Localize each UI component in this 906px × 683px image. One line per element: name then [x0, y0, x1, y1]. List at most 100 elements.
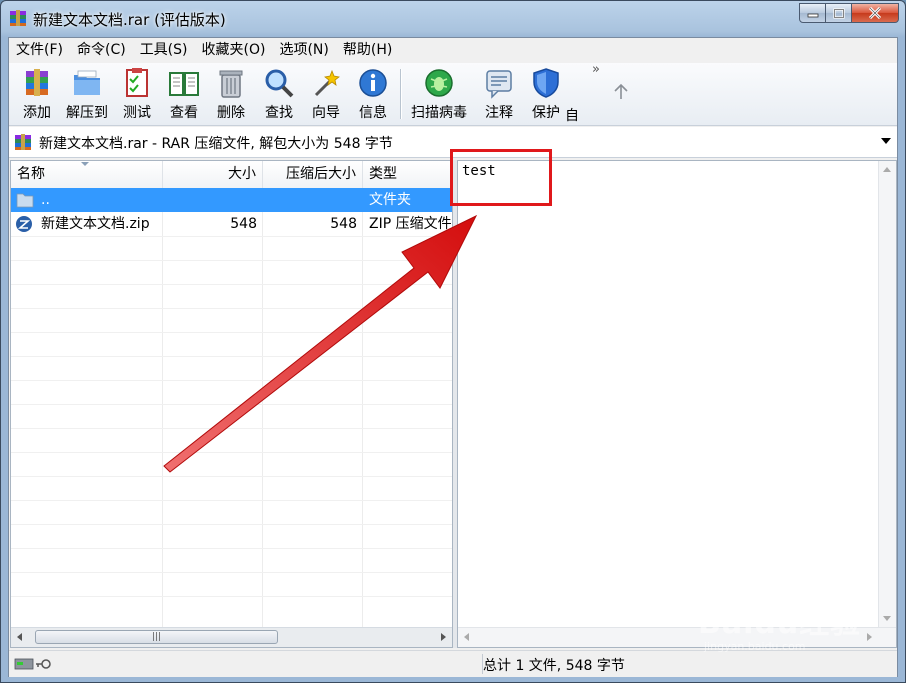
- delete-button[interactable]: 删除: [207, 67, 255, 123]
- find-label: 查找: [265, 105, 293, 121]
- minimize-button[interactable]: [799, 3, 826, 23]
- winrar-window: 新建文本文档.rar (评估版本) 文件(F) 命令(C) 工具(S) 收藏夹(…: [0, 0, 906, 683]
- grid-line: [11, 452, 452, 453]
- annotation-highlight-box: [450, 149, 552, 206]
- comment-button[interactable]: 注释: [475, 67, 523, 123]
- scrollbar-thumb[interactable]: |||: [35, 630, 278, 644]
- close-icon: [868, 7, 882, 19]
- watermark-brand: Baidu经验: [698, 606, 862, 641]
- grid-line: [11, 572, 452, 573]
- file-packed-size: 548: [330, 216, 357, 232]
- toolbar: 添加 解压到 测试 查看 删除 查找 向导 信息 扫描病毒 注释 保护 自 »: [9, 62, 897, 126]
- file-list[interactable]: 名称 大小 压缩后大小 类型 .. 文件夹 新建文本文档.zip 548 548…: [10, 160, 453, 648]
- test-button[interactable]: 测试: [113, 67, 161, 123]
- folder-up-icon: [16, 193, 34, 208]
- menu-favorites[interactable]: 收藏夹(O): [195, 38, 273, 62]
- file-name: ..: [41, 192, 50, 208]
- horizontal-scrollbar[interactable]: |||: [11, 627, 452, 647]
- grid-line: [11, 284, 452, 285]
- wizard-button[interactable]: 向导: [302, 67, 350, 123]
- toolbar-separator: [400, 69, 401, 119]
- grid-line: [11, 500, 452, 501]
- menu-tools[interactable]: 工具(S): [133, 38, 195, 62]
- file-size: [163, 188, 263, 212]
- column-packed[interactable]: 压缩后大小: [263, 161, 363, 188]
- column-size[interactable]: 大小: [163, 161, 263, 188]
- menu-bar: 文件(F) 命令(C) 工具(S) 收藏夹(O) 选项(N) 帮助(H): [9, 38, 897, 62]
- zip-file-icon: [16, 216, 32, 232]
- extract-label: 解压到: [66, 105, 108, 121]
- file-type: 文件夹: [369, 192, 411, 208]
- protect-button[interactable]: 保护: [522, 67, 570, 123]
- sort-indicator-icon: [81, 162, 89, 166]
- find-button[interactable]: 查找: [255, 67, 303, 123]
- grid-line: [11, 428, 452, 429]
- status-summary: 总计 1 文件, 548 字节: [483, 658, 625, 674]
- info-icon: [359, 69, 387, 97]
- table-row-parent-folder[interactable]: .. 文件夹: [11, 188, 452, 212]
- grid-line: [262, 188, 263, 628]
- menu-commands[interactable]: 命令(C): [70, 38, 133, 62]
- grid-line: [11, 236, 452, 237]
- column-name-label: 名称: [17, 166, 45, 182]
- menu-options[interactable]: 选项(N): [272, 38, 335, 62]
- view-button[interactable]: 查看: [160, 67, 208, 123]
- grid-line: [11, 356, 452, 357]
- grid-line: [11, 596, 452, 597]
- grid-line: [11, 404, 452, 405]
- file-type: ZIP 压缩文件: [369, 216, 452, 232]
- extract-button[interactable]: 解压到: [63, 67, 111, 123]
- delete-label: 删除: [217, 105, 245, 121]
- file-packed-size: [263, 188, 363, 212]
- magnifier-icon: [265, 69, 294, 98]
- scroll-right-icon[interactable]: [441, 633, 446, 641]
- info-button[interactable]: 信息: [349, 67, 397, 123]
- toolbar-overflow-chevron[interactable]: »: [592, 62, 600, 77]
- folder-extract-icon: [74, 70, 100, 95]
- magic-wand-icon: [314, 69, 340, 97]
- file-name: 新建文本文档.zip: [41, 216, 150, 232]
- maximize-button[interactable]: [826, 3, 852, 23]
- menu-file[interactable]: 文件(F): [9, 38, 70, 62]
- column-type[interactable]: 类型: [363, 161, 452, 188]
- window-controls: [799, 3, 899, 25]
- table-row-zip-file[interactable]: 新建文本文档.zip 548 548 ZIP 压缩文件: [11, 212, 452, 236]
- scan-virus-label: 扫描病毒: [411, 105, 467, 121]
- grid-line: [162, 188, 163, 628]
- archive-icon: [15, 134, 31, 150]
- watermark-url: jingyan.baidu.com: [704, 640, 806, 653]
- book-icon: [169, 72, 199, 96]
- bug-icon: [425, 69, 453, 97]
- grid-line: [11, 380, 452, 381]
- grid-line: [11, 476, 452, 477]
- client-area: 文件(F) 命令(C) 工具(S) 收藏夹(O) 选项(N) 帮助(H) 添加: [8, 37, 898, 677]
- close-button[interactable]: [852, 3, 899, 23]
- file-list-header: 名称 大小 压缩后大小 类型: [11, 161, 452, 189]
- add-archive-icon: [26, 69, 48, 96]
- address-path: 新建文本文档.rar - RAR 压缩文件, 解包大小为 548 字节: [39, 136, 393, 152]
- scroll-up-icon[interactable]: [883, 167, 891, 172]
- chevron-down-icon[interactable]: [881, 138, 891, 144]
- comment-icon: [486, 70, 512, 99]
- scroll-left-icon[interactable]: [17, 633, 22, 641]
- menu-help[interactable]: 帮助(H): [336, 38, 399, 62]
- grid-line: [11, 548, 452, 549]
- preview-pane[interactable]: test: [457, 160, 897, 648]
- shield-icon: [533, 68, 559, 98]
- scroll-left-icon[interactable]: [464, 633, 469, 641]
- up-arrow-icon[interactable]: [613, 83, 629, 101]
- add-button[interactable]: 添加: [13, 67, 61, 123]
- vertical-scrollbar[interactable]: [878, 161, 896, 627]
- title-bar[interactable]: 新建文本文档.rar (评估版本): [1, 1, 905, 37]
- column-name[interactable]: 名称: [11, 161, 163, 188]
- scan-virus-button[interactable]: 扫描病毒: [407, 67, 471, 123]
- sfx-button[interactable]: 自: [565, 67, 579, 123]
- file-size: 548: [230, 216, 257, 232]
- grid-line: [11, 332, 452, 333]
- grid-line: [11, 260, 452, 261]
- view-label: 查看: [170, 105, 198, 121]
- comment-label: 注释: [485, 105, 513, 121]
- minimize-icon: [807, 13, 818, 18]
- maximize-icon: [832, 7, 845, 19]
- grid-line: [362, 188, 363, 628]
